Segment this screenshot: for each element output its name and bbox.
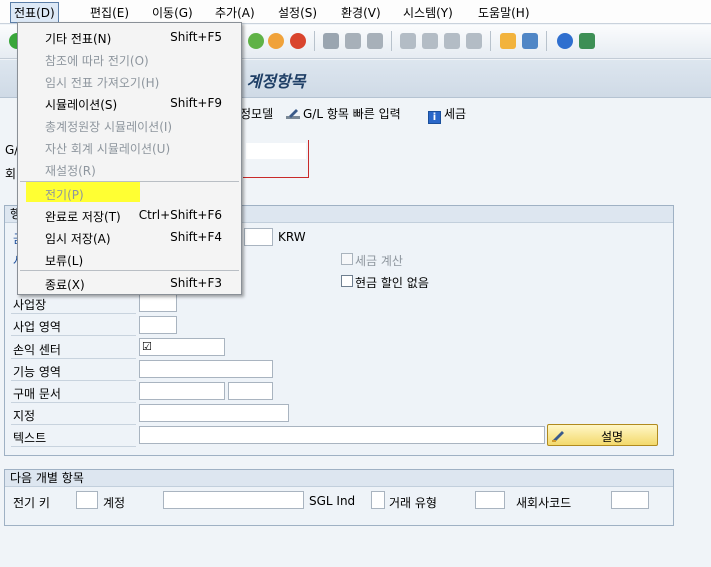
gl-quick-entry-label: G/L 항목 빠른 입력 (303, 107, 401, 121)
business-place-field[interactable] (139, 294, 177, 312)
menu-extras[interactable]: 추가(A) (215, 4, 255, 21)
transaction-type-label: 거래 유형 (389, 496, 437, 510)
menu-environment[interactable]: 환경(V) (341, 4, 381, 21)
profit-center-label: 손익 센터 (13, 343, 61, 357)
new-session-icon[interactable] (500, 33, 516, 49)
new-company-code-label: 새회사코드 (516, 496, 572, 510)
toolbar-separator (546, 31, 547, 51)
document-menu-dropdown: 기타 전표(N) Shift+F5 참조에 따라 전기(O) 임시 전표 가져오기… (17, 22, 242, 295)
tax-button[interactable]: i 세금 (428, 105, 466, 124)
row-divider (11, 380, 136, 381)
menu-help[interactable]: 도움말(H) (478, 4, 530, 21)
info-icon: i (428, 111, 441, 124)
sgl-ind-field[interactable] (371, 491, 385, 509)
purchase-document-field[interactable] (139, 382, 225, 400)
find-icon[interactable] (345, 33, 361, 49)
menu-item-simulation[interactable]: 시뮬레이션(S) Shift+F9 (18, 92, 241, 114)
row-divider (11, 424, 136, 425)
menu-bar: 전표(D) 편집(E) 이동(G) 추가(A) 설정(S) 환경(V) 시스템(… (0, 0, 711, 24)
next-item-group-title: 다음 개별 항목 (5, 470, 673, 487)
pen-icon (286, 109, 300, 119)
menu-item-other-document[interactable]: 기타 전표(N) Shift+F5 (18, 26, 241, 48)
row-divider (11, 358, 136, 359)
sgl-ind-label: SGL Ind (309, 494, 356, 508)
functional-area-field[interactable] (139, 360, 273, 378)
toolbar-separator (391, 31, 392, 51)
text-field[interactable] (139, 426, 545, 444)
tax-calc-label: 세금 계산 (355, 254, 403, 268)
assignment-field[interactable] (139, 404, 289, 422)
posting-key-field[interactable] (76, 491, 98, 509)
purchase-document-label: 구매 문서 (13, 387, 61, 401)
account-field[interactable] (163, 491, 304, 509)
no-cash-discount-checkbox[interactable] (341, 275, 353, 287)
currency-label: KRW (278, 230, 306, 244)
shortcut-icon[interactable] (522, 33, 538, 49)
menu-system[interactable]: 시스템(Y) (403, 4, 453, 21)
menu-goto[interactable]: 이동(G) (152, 4, 193, 21)
toolbar-separator (490, 31, 491, 51)
find-next-icon[interactable] (367, 33, 383, 49)
tax-label: 세금 (444, 107, 467, 121)
first-page-icon[interactable] (400, 33, 416, 49)
edit-pen-icon (552, 431, 564, 442)
row-divider (11, 446, 136, 447)
account-label: 계정 (103, 496, 126, 510)
new-company-code-field[interactable] (611, 491, 649, 509)
gl-quick-entry-button[interactable]: G/L 항목 빠른 입력 (286, 105, 401, 122)
assignment-label: 지정 (13, 409, 36, 423)
business-place-label: 사업장 (13, 298, 47, 312)
toolbar-separator (314, 31, 315, 51)
description-label: 설명 (601, 430, 624, 444)
menu-item-park[interactable]: 임시 저장(A) Shift+F4 (18, 226, 241, 248)
menu-settings[interactable]: 설정(S) (278, 4, 317, 21)
menu-item-gl-simulation[interactable]: 총계정원장 시뮬레이션(I) (18, 114, 241, 136)
menu-item-post-with-reference[interactable]: 참조에 따라 전기(O) (18, 48, 241, 70)
business-area-field[interactable] (139, 316, 177, 334)
masked-area (246, 143, 306, 159)
menu-item-exit[interactable]: 종료(X) Shift+F3 (18, 272, 241, 294)
amount-field[interactable] (244, 228, 273, 246)
business-area-label: 사업 영역 (13, 320, 61, 334)
functional-area-label: 기능 영역 (13, 365, 61, 379)
exit-icon[interactable] (268, 33, 284, 49)
tax-calc-checkbox[interactable] (341, 253, 353, 265)
row-divider (11, 402, 136, 403)
no-cash-discount-label: 현금 할인 없음 (355, 276, 429, 290)
menu-item-post[interactable]: 전기(P) (18, 182, 241, 204)
cancel-icon[interactable] (290, 33, 306, 49)
menu-item-fetch-parked-document[interactable]: 임시 전표 가져오기(H) (18, 70, 241, 92)
help-icon[interactable] (557, 33, 573, 49)
header-label-company: 회 (5, 167, 17, 181)
model-button[interactable]: 정모델 (240, 105, 273, 122)
layout-menu-icon[interactable] (579, 33, 595, 49)
row-divider (11, 335, 136, 336)
check-mark-icon: ☑ (142, 340, 152, 353)
description-button[interactable]: 설명 (547, 424, 658, 446)
menu-item-save-as-completed[interactable]: 완료로 저장(T) Ctrl+Shift+F6 (18, 204, 241, 226)
menu-edit[interactable]: 편집(E) (90, 4, 129, 21)
last-page-icon[interactable] (466, 33, 482, 49)
previous-page-icon[interactable] (422, 33, 438, 49)
menu-item-hold[interactable]: 보류(L) (18, 248, 241, 270)
posting-key-label: 전기 키 (13, 496, 50, 510)
back-icon[interactable] (248, 33, 264, 49)
next-page-icon[interactable] (444, 33, 460, 49)
menu-document[interactable]: 전표(D) (10, 2, 59, 23)
row-divider (11, 313, 136, 314)
purchase-document-item-field[interactable] (228, 382, 273, 400)
transaction-type-field[interactable] (475, 491, 505, 509)
menu-item-reset[interactable]: 재설정(R) (18, 158, 241, 180)
menu-separator (20, 270, 239, 271)
menu-item-asset-simulation[interactable]: 자산 회계 시뮬레이션(U) (18, 136, 241, 158)
print-icon[interactable] (323, 33, 339, 49)
text-label: 텍스트 (13, 431, 47, 445)
